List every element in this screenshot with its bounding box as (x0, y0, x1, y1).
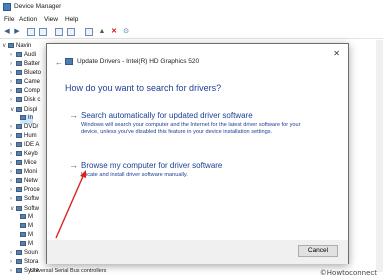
dialog-title: Update Drivers - Intel(R) HD Graphics 52… (77, 58, 200, 65)
option-description: Windows will search your computer and th… (81, 122, 301, 135)
show-hidden-icon[interactable] (39, 28, 47, 36)
processor-icon (16, 187, 22, 192)
keyboard-icon (16, 151, 22, 156)
uninstall-icon[interactable]: ✕ (110, 28, 118, 36)
display-adapter-icon (20, 115, 26, 120)
properties-icon[interactable] (27, 28, 35, 36)
mouse-icon (16, 160, 22, 165)
vertical-scrollbar[interactable] (376, 40, 383, 272)
tree-item[interactable]: › Soun (10, 250, 38, 259)
camera-icon (16, 79, 22, 84)
tree-item-usb[interactable]: Universal Serial Bus controllers (30, 268, 106, 274)
audio-icon (16, 52, 22, 57)
toolbar: ◀ ▶ ▲ ✕ ⊙ (0, 25, 383, 39)
battery-icon (16, 61, 22, 66)
option-title: Search automatically for updated driver … (81, 111, 253, 120)
tree-item[interactable]: M (20, 241, 33, 250)
device-icon (20, 223, 26, 228)
tree-item[interactable]: › Came (10, 79, 40, 88)
tree-item[interactable]: ∨ Softw (10, 205, 39, 214)
tree-item[interactable]: › IDE A (10, 142, 39, 151)
tree-item[interactable]: M (20, 232, 33, 241)
tree-item[interactable]: › Softw (10, 196, 39, 205)
device-manager-icon (3, 3, 11, 11)
device-icon (20, 232, 26, 237)
browse-computer-option[interactable]: → Browse my computer for driver software… (69, 160, 329, 182)
tree-item[interactable]: › Batter (10, 61, 40, 70)
tree-item[interactable]: › Disk c (10, 97, 40, 106)
cancel-button[interactable]: Cancel (298, 245, 338, 257)
forward-icon[interactable]: ▶ (13, 28, 21, 36)
monitor-icon (16, 169, 22, 174)
bluetooth-icon (16, 70, 22, 75)
arrow-right-icon: → (69, 110, 78, 120)
display-icon (16, 106, 22, 112)
device-icon (20, 241, 26, 246)
tree-item[interactable]: › Comp (10, 88, 40, 97)
display-adapter-icon (65, 58, 73, 65)
computer-icon (8, 42, 14, 48)
update-drivers-dialog: ✕ ← Update Drivers - Intel(R) HD Graphic… (46, 43, 349, 264)
tree-item[interactable]: › Audi (10, 52, 36, 61)
update-driver-icon[interactable]: ▲ (98, 28, 106, 36)
back-icon[interactable]: ◀ (3, 28, 11, 36)
tree-item[interactable]: › Proce (10, 187, 40, 196)
help-icon[interactable] (55, 28, 63, 36)
window-title: Device Manager (14, 3, 62, 10)
option-title: Browse my computer for driver software (81, 161, 223, 170)
tree-root[interactable]: ∨ Navin (2, 42, 31, 51)
tree-item[interactable]: › Mice (10, 160, 37, 169)
computer-icon (16, 88, 22, 93)
tree-item-selected[interactable]: In (20, 115, 34, 124)
option-description: Locate and install driver software manua… (81, 172, 188, 178)
tree-item[interactable]: › Keyb (10, 151, 38, 160)
tree-item[interactable]: ∨ Displ (10, 106, 37, 115)
back-arrow-icon[interactable]: ← (55, 58, 63, 67)
hid-icon (16, 133, 22, 138)
software-icon (16, 205, 22, 211)
menu-help[interactable]: Help (65, 16, 78, 23)
ide-icon (16, 142, 22, 147)
tree-item[interactable]: › Moni (10, 169, 37, 178)
tree-item[interactable]: M (20, 214, 33, 223)
tree-item[interactable]: › Hum (10, 133, 37, 142)
software-icon (16, 196, 22, 201)
dialog-heading: How do you want to search for drivers? (65, 83, 222, 93)
scan-hardware-icon[interactable] (85, 28, 93, 36)
disk-icon (16, 97, 22, 102)
watermark: ©Howtoconnect (319, 269, 377, 277)
disable-device-icon[interactable]: ⊙ (122, 28, 130, 36)
search-automatically-option[interactable]: → Search automatically for updated drive… (69, 110, 329, 146)
menu-bar: File Action View Help (0, 14, 383, 25)
tree-item[interactable]: › Netw (10, 178, 38, 187)
sound-icon (16, 250, 22, 255)
menu-action[interactable]: Action (19, 16, 37, 23)
storage-icon (16, 259, 22, 264)
close-icon[interactable]: ✕ (333, 49, 340, 58)
dvd-icon (16, 124, 22, 129)
arrow-right-icon: → (69, 160, 78, 170)
device-icon (20, 214, 26, 219)
menu-file[interactable]: File (4, 16, 14, 23)
tree-item[interactable]: M (20, 223, 33, 232)
view-icon[interactable] (67, 28, 75, 36)
dialog-footer: Cancel (47, 240, 348, 264)
menu-view[interactable]: View (44, 16, 58, 23)
tree-item[interactable]: › DVD/ (10, 124, 38, 133)
network-icon (16, 178, 22, 183)
tree-item[interactable]: › Blueto (10, 70, 41, 79)
window-titlebar: Device Manager (0, 0, 383, 14)
